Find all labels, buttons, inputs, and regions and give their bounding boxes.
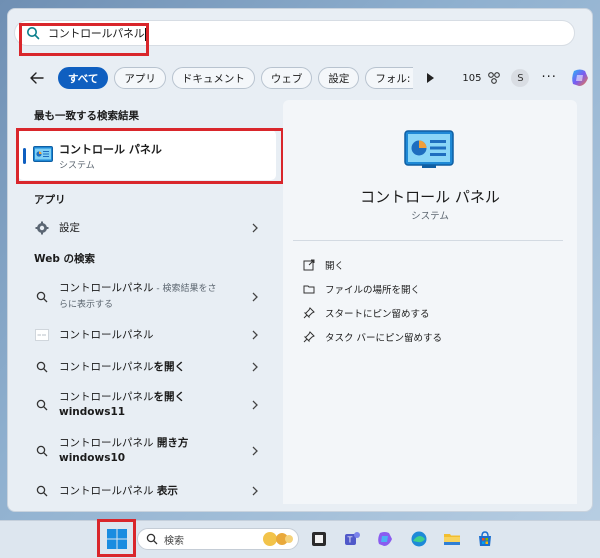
chevron-right-icon — [252, 330, 258, 340]
microsoft-store-icon[interactable] — [476, 530, 494, 548]
teams-icon[interactable]: T — [343, 530, 361, 548]
action-label: スタートにピン留めする — [325, 309, 430, 320]
web-result-label: コントロールパネル - 検索結果をさ らに表示する — [59, 282, 217, 310]
web-result-label: コントロールパネルを開く windows11 — [59, 391, 185, 418]
web-result-label: コントロールパネル — [59, 328, 154, 341]
web-result[interactable]: コントロールパネル 開き方 windows10 — [34, 436, 264, 466]
chevron-right-icon — [252, 223, 258, 233]
filter-settings[interactable]: 設定 — [318, 67, 360, 89]
pin-icon — [303, 331, 315, 343]
search-icon — [27, 27, 40, 40]
rewards-points[interactable]: 105 — [462, 73, 481, 84]
web-result-label: コントロールパネル 表示 — [59, 484, 178, 497]
search-icon — [34, 397, 50, 413]
chevron-right-icon — [252, 400, 258, 410]
action-pin-to-taskbar[interactable]: タスク バーにピン留めする — [303, 330, 442, 344]
chevron-right-icon — [252, 486, 258, 496]
search-icon — [34, 443, 50, 459]
edge-browser-icon[interactable] — [410, 530, 428, 548]
svg-text:T: T — [347, 536, 353, 545]
copilot-icon[interactable] — [376, 530, 394, 548]
best-match-title: 最も一致する検索結果 — [34, 110, 139, 122]
detail-pane: コントロール パネル システム 開く ファイルの場所を開く スタートにピン留めす… — [283, 100, 577, 504]
search-icon — [34, 483, 50, 499]
action-open-file-location[interactable]: ファイルの場所を開く — [303, 282, 420, 296]
web-thumbnail-icon — [34, 327, 50, 343]
file-explorer-icon[interactable] — [443, 530, 461, 548]
apps-section-title: アプリ — [34, 194, 66, 206]
rewards-icon[interactable] — [487, 71, 501, 85]
folder-icon — [303, 285, 315, 294]
divider — [293, 240, 563, 241]
web-result-label: コントロールパネル 開き方 windows10 — [59, 437, 189, 464]
taskbar-search-label: 検索 — [164, 535, 184, 547]
best-match-type: システム — [59, 161, 95, 171]
search-bar[interactable]: コントロールパネル — [14, 20, 575, 46]
action-label: タスク バーにピン留めする — [325, 333, 443, 344]
action-pin-to-start[interactable]: スタートにピン留めする — [303, 306, 430, 320]
app-result-settings[interactable]: 設定 — [34, 218, 264, 238]
task-view-icon[interactable] — [310, 530, 328, 548]
copilot-icon[interactable] — [569, 67, 591, 89]
scroll-filters-play-icon[interactable] — [427, 73, 435, 83]
pin-icon — [303, 307, 315, 319]
control-panel-icon — [404, 130, 454, 168]
filter-apps[interactable]: アプリ — [114, 67, 166, 89]
search-input[interactable]: コントロールパネル — [48, 25, 147, 41]
action-open[interactable]: 開く — [303, 258, 344, 272]
action-label: ファイルの場所を開く — [325, 285, 421, 296]
action-label: 開く — [325, 261, 345, 272]
filter-web[interactable]: ウェブ — [260, 67, 313, 89]
web-result[interactable]: コントロールパネルを開く — [34, 358, 264, 376]
settings-gear-icon — [34, 220, 50, 236]
search-icon — [34, 289, 50, 305]
avatar[interactable]: S — [511, 69, 530, 87]
app-result-label: 設定 — [59, 221, 80, 234]
web-result[interactable]: コントロールパネル — [34, 326, 264, 344]
taskbar — [0, 520, 600, 558]
open-external-icon — [303, 259, 315, 271]
taskbar-search[interactable]: 検索 — [137, 528, 299, 550]
web-section-title: Web の検索 — [34, 253, 96, 265]
web-result[interactable]: コントロールパネルを開く windows11 — [34, 390, 264, 420]
filter-documents[interactable]: ドキュメント — [171, 67, 255, 89]
chevron-right-icon — [252, 292, 258, 302]
detail-subtitle: システム — [411, 211, 449, 222]
chevron-right-icon — [252, 362, 258, 372]
search-highlight-image-icon — [263, 532, 293, 546]
web-result[interactable]: コントロールパネル - 検索結果をさ らに表示する — [34, 282, 264, 312]
filter-row: すべて アプリ ドキュメント ウェブ 設定 フォル: 105 S ··· — [28, 66, 591, 90]
more-options-icon[interactable]: ··· — [541, 71, 556, 84]
search-icon — [34, 359, 50, 375]
best-match-name: コントロール パネル — [59, 143, 162, 156]
detail-title: コントロール パネル — [360, 188, 500, 206]
windows-start-icon[interactable] — [106, 528, 128, 550]
web-result-label: コントロールパネルを開く — [59, 360, 185, 373]
control-panel-icon — [33, 146, 53, 162]
web-result[interactable]: コントロールパネル 表示 — [34, 482, 264, 500]
search-icon — [146, 533, 158, 545]
best-match-result[interactable]: コントロール パネル システム — [18, 130, 276, 180]
chevron-right-icon — [252, 446, 258, 456]
selection-indicator — [23, 148, 26, 164]
filter-all[interactable]: すべて — [58, 67, 109, 89]
filter-folders[interactable]: フォル: — [365, 67, 414, 89]
back-arrow-icon[interactable] — [28, 69, 46, 87]
